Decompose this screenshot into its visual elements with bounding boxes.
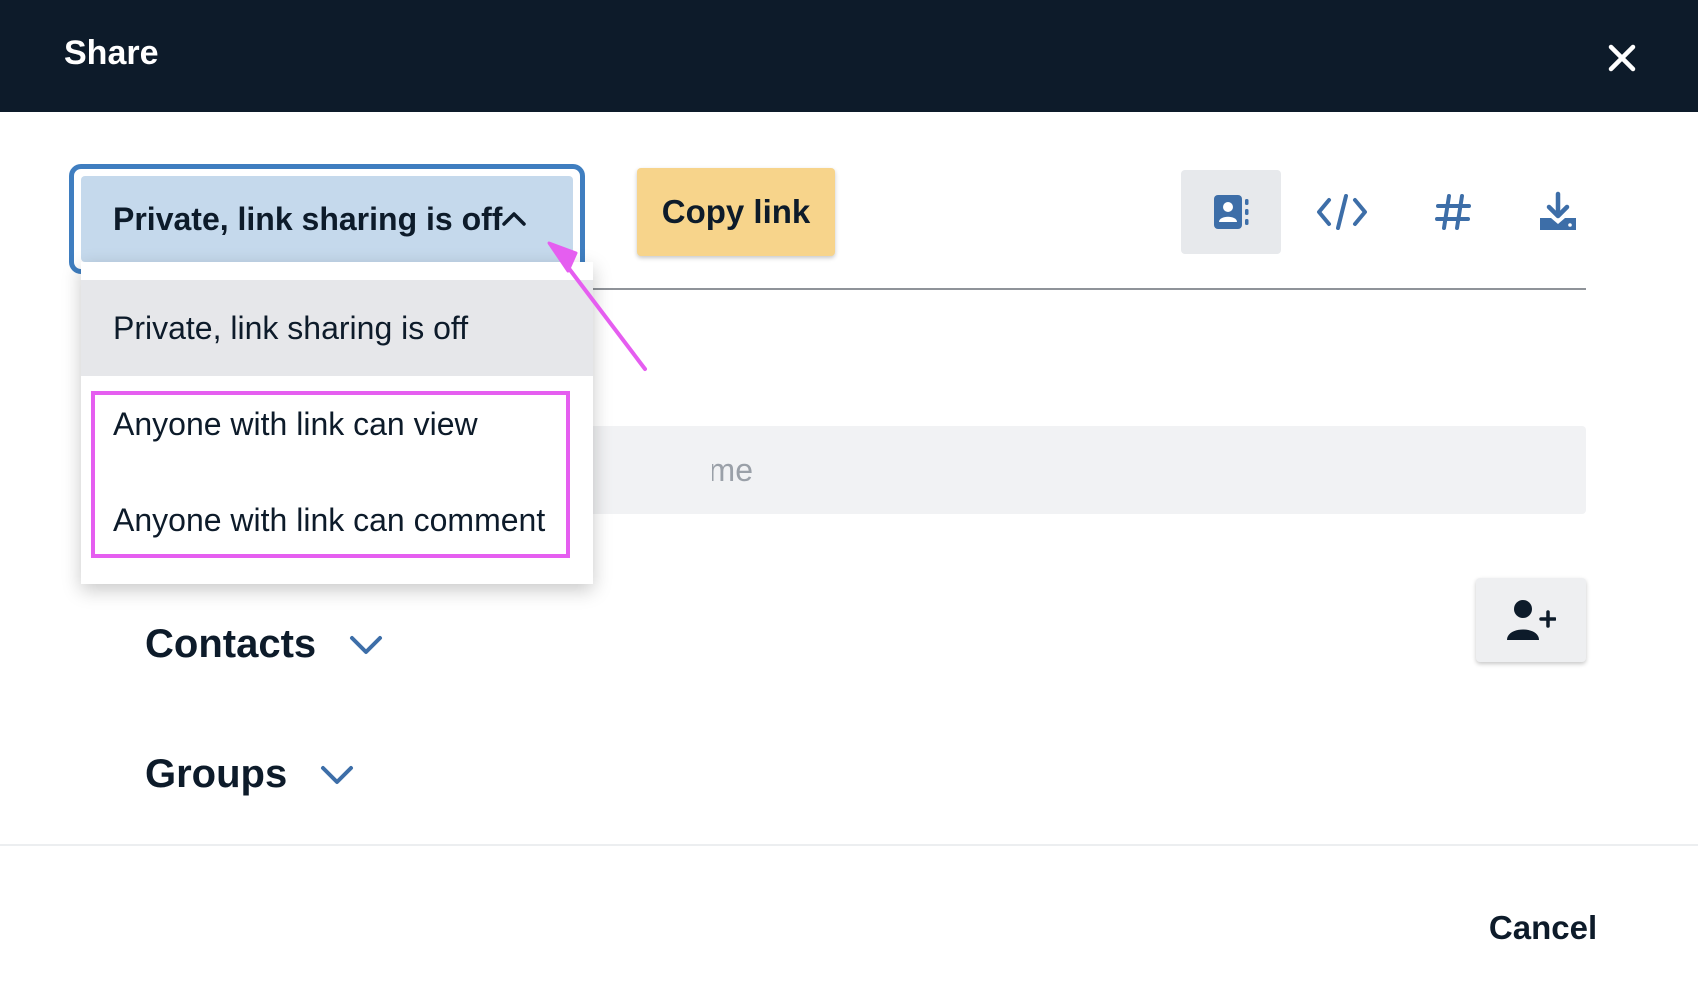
add-user-icon	[1507, 600, 1556, 640]
contacts-section-title: Contacts	[145, 621, 317, 666]
chevron-up-icon	[502, 212, 526, 226]
cancel-button[interactable]: Cancel	[1478, 900, 1608, 956]
chevron-down-icon	[350, 636, 383, 654]
privacy-option-comment[interactable]: Anyone with link can comment	[81, 472, 593, 568]
dialog-header: Share	[0, 0, 1698, 112]
privacy-dropdown-menu: Private, link sharing is off Anyone with…	[81, 262, 593, 584]
groups-section-header[interactable]: Groups	[145, 744, 357, 804]
privacy-select[interactable]: Private, link sharing is off	[81, 176, 573, 262]
hash-icon	[1435, 194, 1471, 230]
groups-section-title: Groups	[145, 751, 288, 796]
contact-book-icon	[1214, 195, 1249, 229]
dialog-title: Share	[64, 34, 159, 72]
privacy-option-private[interactable]: Private, link sharing is off	[81, 280, 593, 376]
search-field[interactable]	[582, 426, 1586, 514]
tab-embed[interactable]	[1292, 170, 1392, 254]
footer-divider	[0, 844, 1698, 846]
close-button[interactable]	[1600, 36, 1644, 80]
share-dialog: Share Private, link sharing is off Copy …	[0, 0, 1698, 1004]
code-icon	[1317, 194, 1367, 230]
tab-download[interactable]	[1508, 170, 1608, 254]
tab-hashtag[interactable]	[1403, 170, 1503, 254]
tab-underline	[590, 288, 1586, 290]
privacy-option-view[interactable]: Anyone with link can view	[81, 376, 593, 472]
search-input[interactable]	[582, 426, 1586, 514]
contacts-section-header[interactable]: Contacts	[145, 614, 386, 674]
add-contact-button[interactable]	[1476, 578, 1586, 662]
tab-contacts[interactable]	[1181, 170, 1281, 254]
privacy-select-label: Private, link sharing is off	[113, 200, 503, 237]
chevron-down-icon	[321, 766, 354, 784]
close-icon	[1608, 44, 1636, 72]
download-icon	[1540, 191, 1576, 230]
copy-link-button[interactable]: Copy link	[637, 168, 835, 256]
